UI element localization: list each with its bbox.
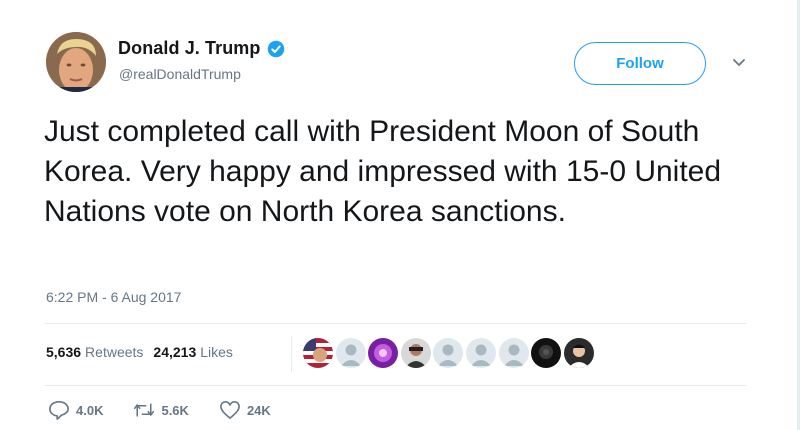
tweet-stats: 5,636 Retweets 24,213 Likes [46, 344, 243, 360]
divider-top [44, 323, 746, 324]
liker-avatar[interactable] [368, 338, 399, 368]
liker-avatars [303, 338, 596, 368]
stats-separator [291, 336, 292, 372]
liker-avatar[interactable] [531, 338, 562, 368]
liker-avatar[interactable] [400, 338, 431, 368]
retweets-count: 5,636 [46, 344, 82, 360]
retweets-stat[interactable]: 5,636 Retweets [46, 344, 143, 360]
reply-icon [49, 401, 69, 420]
liker-avatar[interactable] [465, 338, 496, 368]
liker-avatar[interactable] [335, 338, 366, 368]
like-count: 24K [246, 402, 271, 418]
liker-avatar[interactable] [563, 338, 594, 368]
tweet-timestamp[interactable]: 6:22 PM - 6 Aug 2017 [46, 289, 181, 305]
retweet-icon [134, 403, 155, 417]
like-action[interactable]: 24K [219, 400, 271, 420]
liker-avatar[interactable] [433, 338, 464, 368]
author-avatar-image [46, 32, 106, 92]
heart-icon [220, 401, 240, 419]
author-name-row[interactable]: Donald J. Trump [118, 38, 285, 59]
liker-avatar[interactable] [498, 338, 529, 368]
likes-count: 24,213 [153, 344, 197, 360]
divider-bottom [44, 385, 746, 386]
liker-avatar[interactable] [303, 338, 333, 368]
retweet-count: 5.6K [161, 402, 189, 418]
follow-button[interactable]: Follow [574, 42, 706, 85]
chevron-down-icon[interactable] [732, 58, 746, 68]
author-handle[interactable]: @realDonaldTrump [119, 66, 241, 82]
retweet-action[interactable]: 5.6K [133, 400, 189, 420]
verified-badge-icon [267, 40, 284, 57]
reply-action[interactable]: 4.0K [48, 400, 103, 420]
likes-label: Likes [200, 344, 233, 360]
author-display-name[interactable]: Donald J. Trump [118, 38, 261, 59]
retweets-label: Retweets [85, 344, 144, 360]
tweet-text: Just completed call with President Moon … [44, 115, 722, 228]
reply-count: 4.0K [76, 402, 104, 418]
likes-stat[interactable]: 24,213 Likes [153, 344, 233, 360]
tweet-actions: 4.0K 5.6K 24K [48, 400, 301, 420]
author-avatar[interactable] [46, 32, 106, 92]
